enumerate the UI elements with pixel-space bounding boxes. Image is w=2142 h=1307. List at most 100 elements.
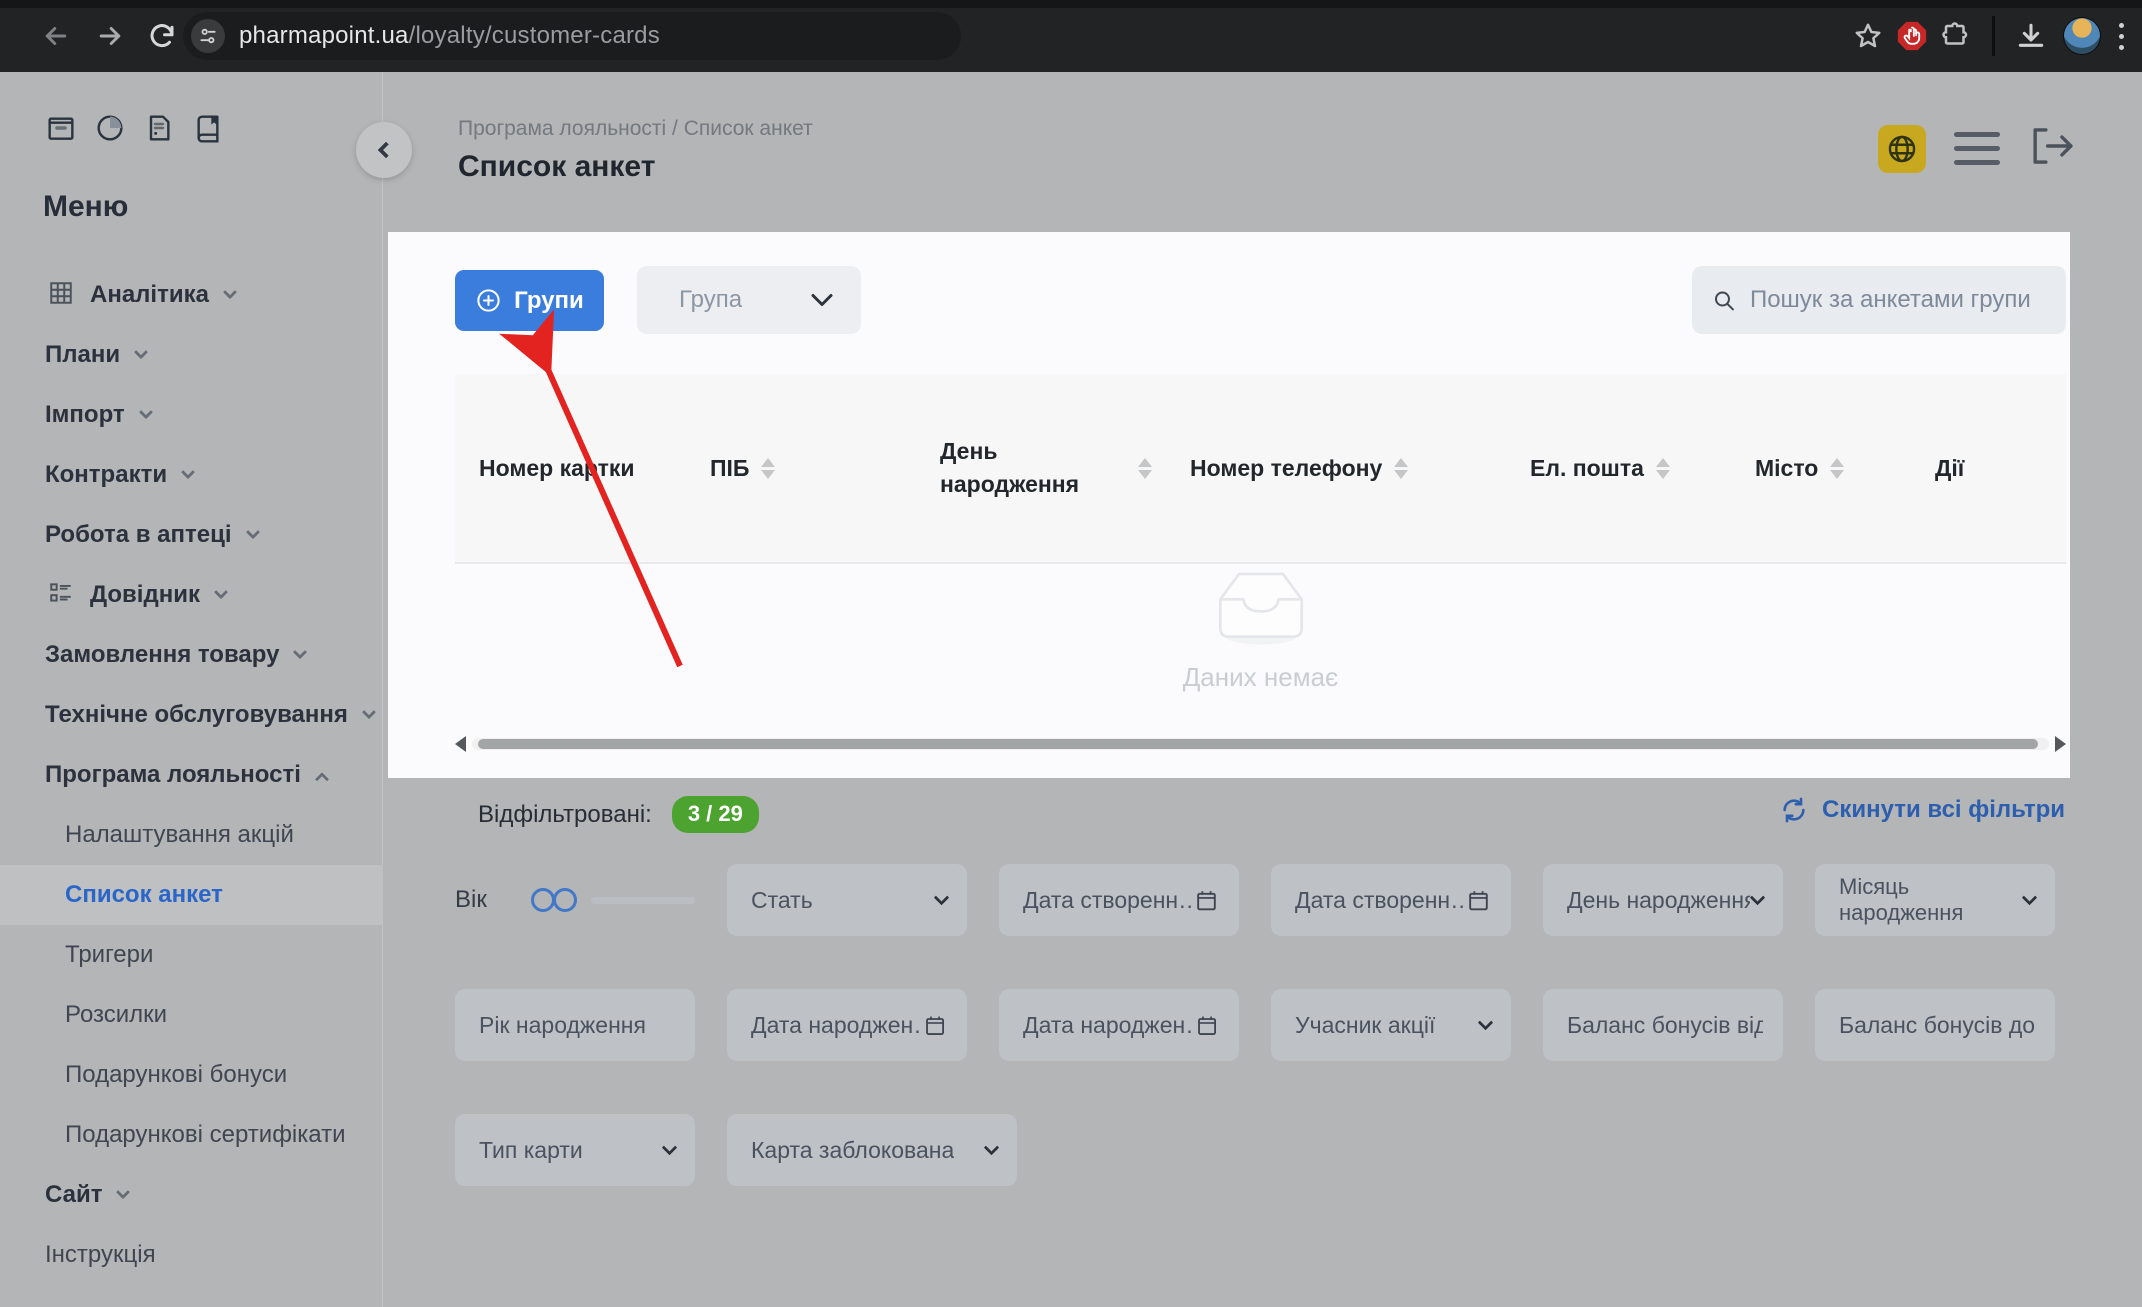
infinity-icon[interactable] xyxy=(531,888,577,912)
language-globe-button[interactable] xyxy=(1878,125,1926,173)
horizontal-scrollbar[interactable] xyxy=(455,736,2066,752)
birth-day-select[interactable]: День народження xyxy=(1543,864,1783,936)
column-header-city[interactable]: Місто xyxy=(1755,374,1935,562)
date-created-from-input[interactable]: Дата створенн… xyxy=(999,864,1239,936)
scrollbar-thumb[interactable] xyxy=(478,739,2038,749)
birth-month-select[interactable]: Місяць народження xyxy=(1815,864,2055,936)
card-blocked-select[interactable]: Карта заблокована xyxy=(727,1114,1017,1186)
sort-icon[interactable] xyxy=(1138,458,1152,479)
browser-back-icon[interactable] xyxy=(34,14,78,58)
birth-date-to-input[interactable]: Дата народжен… xyxy=(999,989,1239,1061)
table-empty-state: Даних немає xyxy=(455,564,2066,734)
chevron-down-icon xyxy=(1750,889,1766,905)
groups-button-label: Групи xyxy=(514,287,584,315)
column-header-birthday[interactable]: День народження xyxy=(940,374,1190,562)
pie-chart-icon[interactable] xyxy=(94,112,126,144)
promo-participant-select[interactable]: Учасник акції xyxy=(1271,989,1511,1061)
column-header-email[interactable]: Ел. пошта xyxy=(1530,374,1755,562)
browser-chrome: pharmapoint.ua/loyalty/customer-cards xyxy=(0,0,2142,72)
sidebar-item-orders[interactable]: Замовлення товару xyxy=(0,625,383,685)
sidebar-item-customer-cards[interactable]: Список анкет xyxy=(0,865,383,925)
sidebar-item-instruction[interactable]: Інструкція xyxy=(0,1225,383,1285)
empty-inbox-icon xyxy=(1206,564,1316,650)
plus-circle-icon xyxy=(475,287,502,314)
chevron-down-icon xyxy=(362,705,376,719)
browser-refresh-icon[interactable] xyxy=(140,14,184,58)
scroll-left-arrow-icon[interactable] xyxy=(455,736,466,752)
calendar-icon xyxy=(1466,887,1491,913)
age-filter: Вік xyxy=(455,864,695,936)
filter-label: Дата народжен… xyxy=(1023,1012,1195,1039)
sidebar-item-gift-certificates[interactable]: Подарункові сертифікати xyxy=(0,1105,383,1165)
sidebar-item-maintenance[interactable]: Технічне обслуговування xyxy=(0,685,383,745)
search-field[interactable] xyxy=(1692,266,2066,334)
browser-forward-icon[interactable] xyxy=(88,14,132,58)
book-icon[interactable] xyxy=(192,112,224,144)
calendar-icon xyxy=(923,1012,947,1038)
site-info-icon[interactable] xyxy=(191,19,225,53)
sidebar-item-label: Плани xyxy=(45,341,120,369)
sidebar-item-directory[interactable]: Довідник xyxy=(0,565,383,625)
hamburger-menu-icon[interactable] xyxy=(1954,132,2000,165)
sidebar-item-label: Робота в аптеці xyxy=(45,521,232,549)
sidebar-item-gift-bonuses[interactable]: Подарункові бонуси xyxy=(0,1045,383,1105)
sidebar-item-promo-settings[interactable]: Налаштування акцій xyxy=(0,805,383,865)
bonus-balance-from-input[interactable]: Баланс бонусів від xyxy=(1543,989,1783,1061)
card-type-select[interactable]: Тип карти xyxy=(455,1114,695,1186)
sort-icon[interactable] xyxy=(1394,458,1408,479)
age-label: Вік xyxy=(455,886,487,914)
sort-icon[interactable] xyxy=(1656,458,1670,479)
filter-label: Місяць народження xyxy=(1839,874,1989,927)
sidebar-item-contracts[interactable]: Контракти xyxy=(0,445,383,505)
gender-select[interactable]: Стать xyxy=(727,864,967,936)
list-icon xyxy=(48,580,74,611)
birth-date-from-input[interactable]: Дата народжен… xyxy=(727,989,967,1061)
sidebar-item-plans[interactable]: Плани xyxy=(0,325,383,385)
sort-icon[interactable] xyxy=(761,458,775,479)
filter-label: Дата створенн… xyxy=(1023,887,1194,914)
grid-table-icon xyxy=(48,280,74,311)
sidebar-item-triggers[interactable]: Тригери xyxy=(0,925,383,985)
search-input[interactable] xyxy=(1750,286,2046,314)
bookmark-star-icon[interactable] xyxy=(1846,14,1890,58)
group-select[interactable]: Група xyxy=(637,266,861,334)
bonus-balance-to-input[interactable]: Баланс бонусів до xyxy=(1815,989,2055,1061)
url-bar[interactable]: pharmapoint.ua/loyalty/customer-cards xyxy=(183,12,961,60)
age-slider-track[interactable] xyxy=(591,897,695,904)
sidebar-item-label: Імпорт xyxy=(45,401,125,429)
reset-refresh-icon xyxy=(1780,796,1808,824)
url-text: pharmapoint.ua/loyalty/customer-cards xyxy=(239,22,660,50)
document-icon[interactable] xyxy=(143,112,175,144)
chevron-down-icon xyxy=(214,585,228,599)
sidebar-item-site[interactable]: Сайт xyxy=(0,1165,383,1225)
archive-box-icon[interactable] xyxy=(45,112,77,144)
column-header-phone[interactable]: Номер телефону xyxy=(1190,374,1530,562)
chrome-menu-icon[interactable] xyxy=(2119,23,2124,50)
profile-avatar[interactable] xyxy=(2063,17,2101,55)
scrollbar-track[interactable] xyxy=(472,738,2049,750)
chrome-divider xyxy=(1992,16,1995,56)
customer-cards-panel: Групи Група Номер картки ПІБ День народж… xyxy=(388,232,2070,778)
downloads-icon[interactable] xyxy=(2009,14,2053,58)
sidebar-collapse-button[interactable] xyxy=(356,122,412,178)
sidebar-menu-title: Меню xyxy=(43,190,128,224)
page-title: Список анкет xyxy=(458,150,655,184)
sidebar-item-mailings[interactable]: Розсилки xyxy=(0,985,383,1045)
adblock-extension-icon[interactable] xyxy=(1890,14,1934,58)
logout-icon[interactable] xyxy=(2028,124,2078,173)
scroll-right-arrow-icon[interactable] xyxy=(2055,736,2066,752)
reset-filters-link[interactable]: Скинути всі фільтри xyxy=(1780,796,2065,824)
groups-button[interactable]: Групи xyxy=(455,270,604,331)
birth-year-input[interactable]: Рік народження xyxy=(455,989,695,1061)
filter-label: Рік народження xyxy=(479,1012,646,1039)
extensions-puzzle-icon[interactable] xyxy=(1934,14,1978,58)
date-created-to-input[interactable]: Дата створенн… xyxy=(1271,864,1511,936)
sort-icon[interactable] xyxy=(1830,458,1844,479)
sidebar-item-loyalty-program[interactable]: Програма лояльності xyxy=(0,745,383,805)
sidebar-item-analytics[interactable]: Аналітика xyxy=(0,265,383,325)
sidebar-item-label: Замовлення товару xyxy=(45,641,279,669)
chevron-down-icon xyxy=(934,889,950,905)
sidebar-item-import[interactable]: Імпорт xyxy=(0,385,383,445)
sidebar-item-pharmacy-work[interactable]: Робота в аптеці xyxy=(0,505,383,565)
column-header-name[interactable]: ПІБ xyxy=(710,374,940,562)
